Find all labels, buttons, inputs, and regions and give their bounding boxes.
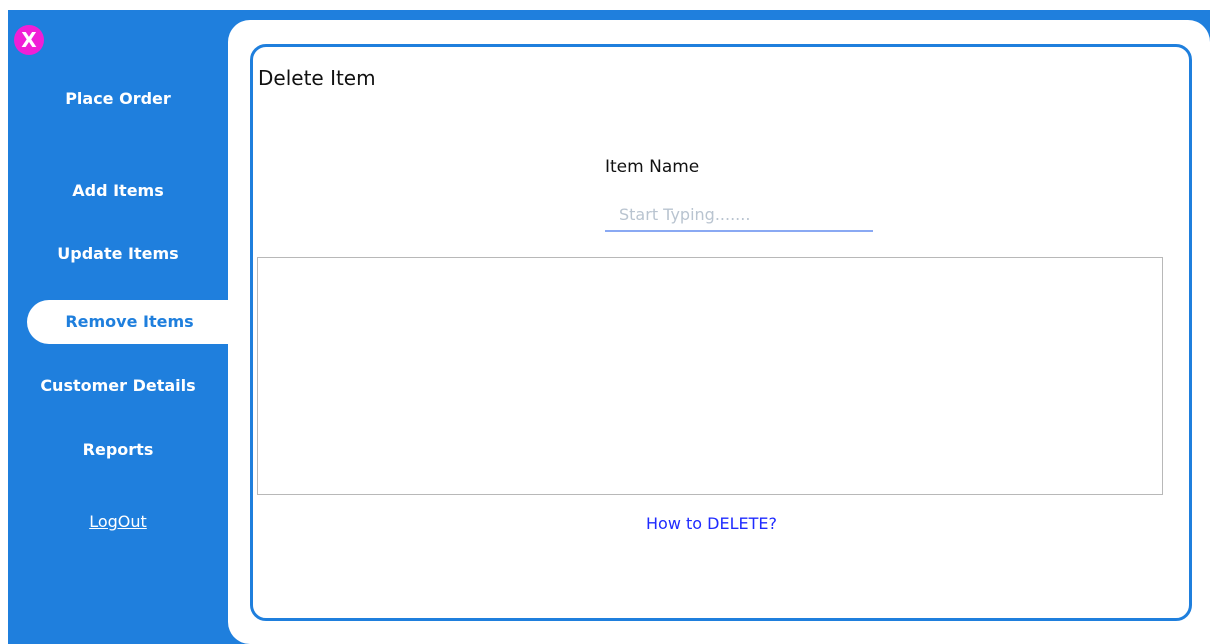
sidebar-item-place-order[interactable]: Place Order <box>8 89 228 108</box>
sidebar-item-customer-details[interactable]: Customer Details <box>8 376 228 395</box>
page-title: Delete Item <box>258 66 376 90</box>
sidebar-item-add-items[interactable]: Add Items <box>8 181 228 200</box>
logout-link[interactable]: LogOut <box>8 512 228 531</box>
item-name-label: Item Name <box>605 157 700 177</box>
sidebar-item-update-items[interactable]: Update Items <box>8 244 228 263</box>
how-to-delete-link[interactable]: How to DELETE? <box>646 514 777 533</box>
item-name-search-input[interactable] <box>605 198 873 232</box>
sidebar-item-remove-items[interactable]: Remove Items <box>27 300 232 344</box>
window-top-strip <box>0 0 1210 10</box>
sidebar-item-reports[interactable]: Reports <box>8 440 228 459</box>
close-button[interactable]: X <box>14 25 44 55</box>
search-results-list[interactable] <box>257 257 1163 495</box>
